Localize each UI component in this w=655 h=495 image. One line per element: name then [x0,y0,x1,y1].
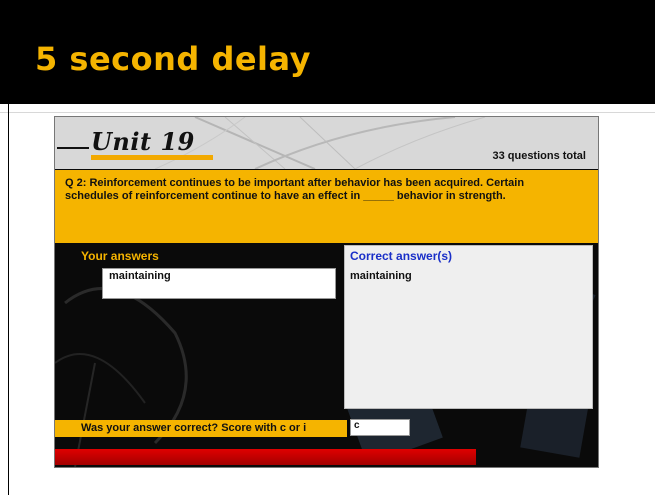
progress-bar [55,449,476,465]
unit-title-bar [91,155,213,160]
question-count: 33 questions total [492,150,586,162]
slide-title: 5 second delay [35,40,311,78]
your-answers-label: Your answers [81,249,159,263]
score-input[interactable]: c [350,419,410,436]
score-prompt: Was your answer correct? Score with c or… [81,422,307,434]
correct-answer-value: maintaining [350,270,412,282]
quiz-window: Unit 19 33 questions total Q 2: Reinforc… [54,116,599,468]
correct-answers-panel: Correct answer(s) maintaining [344,245,593,409]
question-text: Q 2: Reinforcement continues to be impor… [65,177,525,202]
score-prompt-bar: Was your answer correct? Score with c or… [55,420,347,437]
header-divider [0,112,655,113]
question-panel: Q 2: Reinforcement continues to be impor… [55,170,598,243]
slide-frame-edge [8,104,9,495]
quiz-header: Unit 19 33 questions total [55,117,598,169]
slide-header: 5 second delay [0,0,655,104]
correct-answers-label: Correct answer(s) [350,249,453,263]
unit-title: Unit 19 [91,127,195,156]
unit-title-rule [57,147,89,149]
your-answer-field[interactable]: maintaining [102,268,336,299]
